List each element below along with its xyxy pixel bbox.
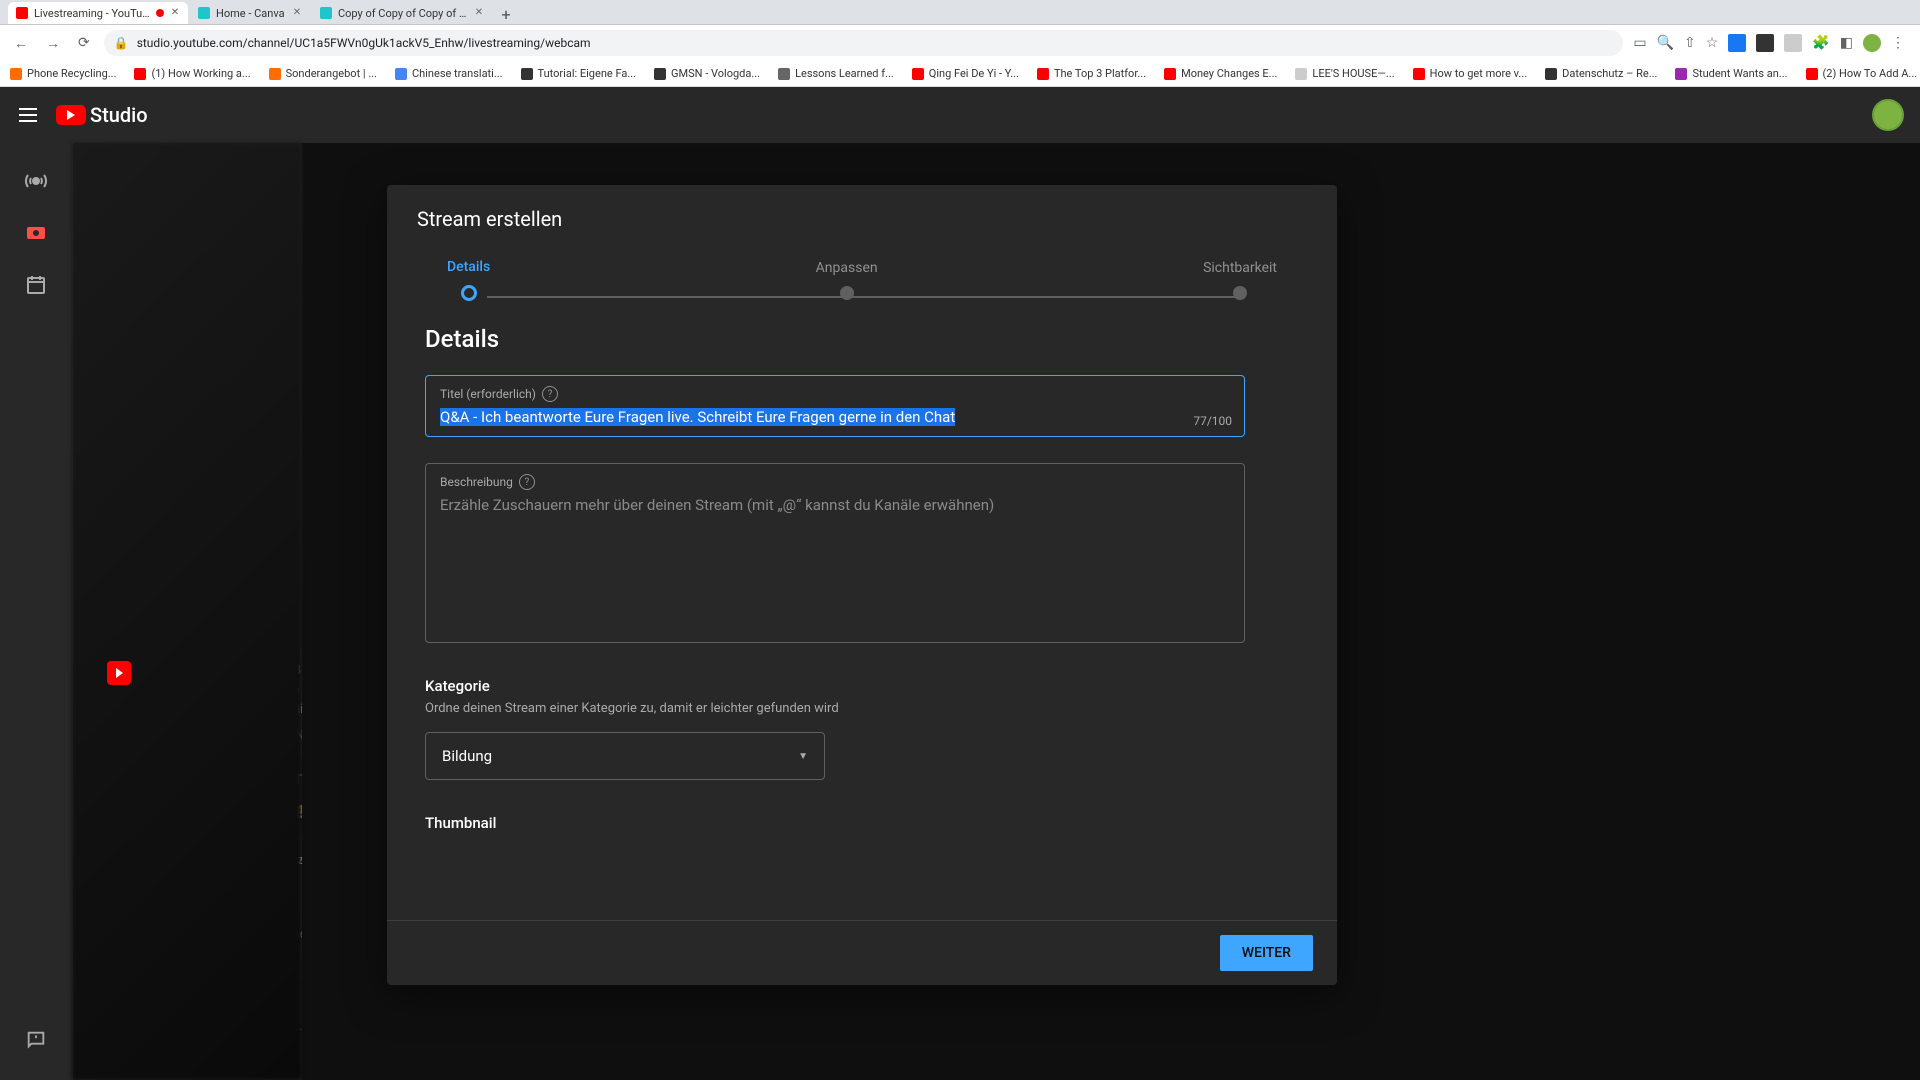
bookmark-item[interactable]: Tutorial: Eigene Fa... — [521, 67, 637, 80]
browser-toolbar: ← → ⟳ 🔒 studio.youtube.com/channel/UC1a5… — [0, 25, 1920, 61]
back-button[interactable]: ← — [10, 31, 32, 56]
studio-logo[interactable]: Studio — [56, 103, 148, 127]
category-description: Ordne deinen Stream einer Kategorie zu, … — [425, 701, 1299, 716]
description-label: Beschreibung — [440, 475, 513, 489]
studio-logo-text: Studio — [90, 103, 148, 127]
hamburger-menu-icon[interactable] — [16, 103, 40, 127]
address-bar[interactable]: 🔒 studio.youtube.com/channel/UC1a5FWVn0g… — [104, 30, 1624, 56]
browser-tab-active[interactable]: Livestreaming - YouTube S ✕ — [8, 2, 188, 24]
bookmark-item[interactable]: GMSN - Vologda... — [654, 67, 760, 80]
help-icon[interactable]: ? — [519, 474, 535, 490]
tab-close-icon[interactable]: ✕ — [474, 8, 484, 18]
category-value: Bildung — [442, 747, 492, 765]
bookmark-item[interactable]: Qing Fei De Yi - Y... — [912, 67, 1019, 80]
title-label: Titel (erforderlich) — [440, 387, 536, 401]
tab-title: Home - Canva — [216, 7, 286, 20]
bookmark-item[interactable]: How to get more v... — [1413, 67, 1528, 80]
bookmark-item[interactable]: Phone Recycling... — [10, 67, 116, 80]
rail-calendar-icon[interactable] — [16, 265, 56, 305]
bookmark-item[interactable]: Money Changes E... — [1164, 67, 1277, 80]
chevron-down-icon: ▼ — [798, 751, 808, 762]
new-tab-button[interactable]: + — [494, 5, 518, 24]
chrome-menu-icon[interactable]: ⋮ — [1891, 35, 1905, 51]
cast-icon[interactable]: ▭ — [1633, 35, 1646, 51]
extension-icon[interactable] — [1756, 34, 1774, 52]
modal-title: Stream erstellen — [387, 185, 1337, 241]
step-visibility[interactable]: Sichtbarkeit — [1203, 260, 1277, 300]
youtube-favicon — [16, 7, 28, 19]
canva-favicon — [198, 7, 210, 19]
canva-favicon — [320, 7, 332, 19]
studio-header: Studio — [0, 87, 1920, 143]
rail-stream-icon[interactable] — [16, 161, 56, 201]
main-area: Stream erstellen Details Anpassen Sichtb… — [72, 143, 1920, 1080]
url-text: studio.youtube.com/channel/UC1a5FWVn0gUk… — [137, 36, 591, 50]
step-details[interactable]: Details — [447, 259, 490, 301]
bookmark-item[interactable]: Lessons Learned f... — [778, 67, 894, 80]
extension-icon[interactable] — [1784, 34, 1802, 52]
left-rail — [0, 143, 72, 1080]
bookmarks-bar: Phone Recycling... (1) How Working a... … — [0, 61, 1920, 87]
feedback-icon[interactable] — [16, 1020, 56, 1060]
forward-button[interactable]: → — [42, 31, 64, 56]
bookmark-item[interactable]: (2) How To Add A... — [1806, 67, 1918, 80]
window-icon[interactable]: ◧ — [1840, 35, 1853, 51]
create-stream-modal: Stream erstellen Details Anpassen Sichtb… — [387, 185, 1337, 985]
reload-button[interactable]: ⟳ — [74, 31, 94, 55]
section-heading: Details — [425, 325, 1299, 353]
next-button[interactable]: WEITER — [1220, 935, 1313, 971]
bookmark-item[interactable]: Student Wants an... — [1675, 67, 1787, 80]
account-avatar[interactable] — [1872, 99, 1904, 131]
tab-close-icon[interactable]: ✕ — [170, 8, 180, 18]
title-input[interactable]: Q&A - Ich beantworte Eure Fragen live. S… — [440, 408, 1230, 426]
youtube-play-icon — [56, 105, 86, 125]
rail-webcam-icon[interactable] — [16, 213, 56, 253]
description-placeholder: Erzähle Zuschauern mehr über deinen Stre… — [440, 496, 1230, 514]
browser-tab[interactable]: Copy of Copy of Copy of Cop ✕ — [312, 2, 492, 24]
bookmark-item[interactable]: The Top 3 Platfor... — [1037, 67, 1146, 80]
browser-tab[interactable]: Home - Canva ✕ — [190, 2, 310, 24]
bookmark-item[interactable]: Chinese translati... — [395, 67, 503, 80]
stepper: Details Anpassen Sichtbarkeit — [387, 241, 1337, 325]
bookmark-item[interactable]: Datenschutz – Re... — [1545, 67, 1657, 80]
thumbnail-label: Thumbnail — [425, 814, 1299, 832]
title-field[interactable]: Titel (erforderlich) ? Q&A - Ich beantwo… — [425, 375, 1245, 437]
help-icon[interactable]: ? — [542, 386, 558, 402]
tab-close-icon[interactable]: ✕ — [292, 8, 302, 18]
description-field[interactable]: Beschreibung ? Erzähle Zuschauern mehr ü… — [425, 463, 1245, 643]
tab-title: Livestreaming - YouTube S — [34, 7, 150, 20]
step-customize[interactable]: Anpassen — [816, 260, 878, 300]
category-label: Kategorie — [425, 677, 1299, 695]
facebook-extension-icon[interactable] — [1728, 34, 1746, 52]
category-select[interactable]: Bildung ▼ — [425, 732, 825, 780]
zoom-icon[interactable]: 🔍 — [1657, 35, 1674, 51]
extensions-puzzle-icon[interactable]: 🧩 — [1812, 35, 1829, 51]
browser-tabstrip: Livestreaming - YouTube S ✕ Home - Canva… — [0, 0, 1920, 25]
bookmark-item[interactable]: LEE'S HOUSE—... — [1295, 67, 1394, 80]
bookmark-item[interactable]: Sonderangebot | ... — [269, 67, 377, 80]
share-icon[interactable]: ⇧ — [1684, 35, 1696, 51]
bookmark-star-icon[interactable]: ☆ — [1706, 35, 1719, 51]
recording-indicator-icon — [156, 9, 164, 17]
title-char-count: 77/100 — [1193, 414, 1232, 428]
tab-title: Copy of Copy of Copy of Cop — [338, 7, 468, 20]
lock-icon: 🔒 — [114, 36, 129, 50]
youtube-icon — [107, 661, 131, 685]
profile-avatar[interactable] — [1863, 34, 1881, 52]
bookmark-item[interactable]: (1) How Working a... — [134, 67, 250, 80]
